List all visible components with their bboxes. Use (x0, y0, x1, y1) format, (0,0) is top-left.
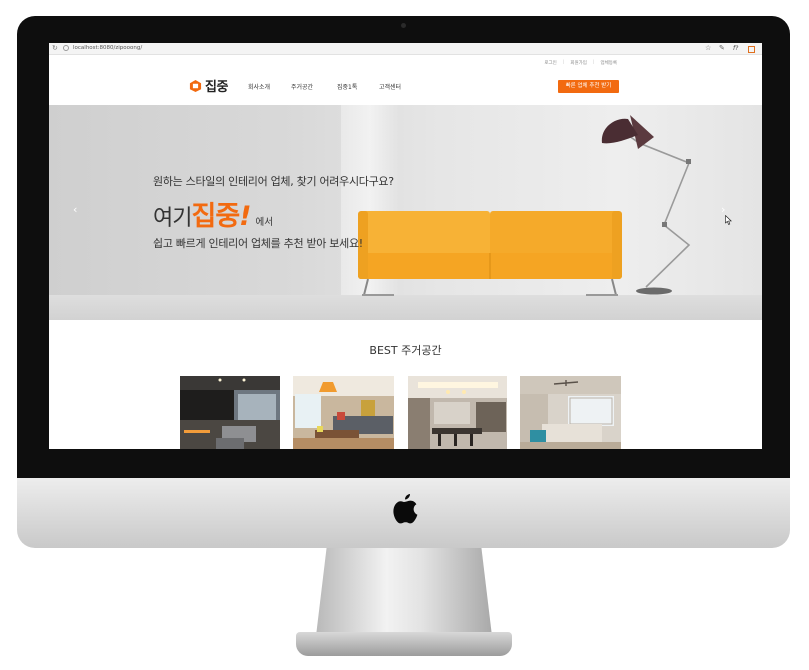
apple-logo-icon (393, 494, 418, 524)
pin-icon[interactable]: ✎ (719, 43, 725, 54)
extension-fx-icon[interactable]: f? (733, 43, 738, 54)
nav-item-about[interactable]: 회사소개 (248, 82, 291, 91)
best-space-thumbnail-1[interactable] (180, 376, 280, 449)
hero-headline-part: 여기 (153, 206, 192, 231)
logo-text: 집중 (205, 80, 228, 95)
hero-subtitle: 원하는 스타일의 인테리어 업체, 찾기 어려우시다구요? (153, 175, 394, 188)
hero-headline-brand: 집중 (191, 201, 240, 232)
divider: | (562, 60, 565, 65)
best-space-thumbnail-2[interactable] (293, 376, 394, 449)
nav-item-residential[interactable]: 주거공간 (291, 82, 337, 91)
info-icon[interactable] (63, 45, 69, 51)
signup-link[interactable]: 회원가입 (570, 60, 587, 66)
hero-headline-suffix: 에서 (255, 217, 273, 228)
login-link[interactable]: 로그인 (544, 60, 556, 66)
browser-toolbar: ↻ localhost:8080/zipooong/ ☆ ✎ f? (49, 43, 762, 55)
logo-mark-icon (189, 79, 202, 92)
utility-nav: 로그인 | 회원가입 | 업체등록 (544, 60, 617, 66)
monitor-stand (316, 548, 492, 636)
hero-banner: 원하는 스타일의 인테리어 업체, 찾기 어려우시다구요? 여기 집중 ! 에서… (49, 105, 762, 320)
cursor-icon (725, 215, 732, 225)
quick-recommend-button[interactable]: 빠른 업체 추천 받기 (558, 80, 619, 93)
extension-icon[interactable] (748, 46, 755, 53)
nav-item-support[interactable]: 고객센터 (379, 82, 419, 91)
hero-description: 쉽고 빠르게 인테리어 업체를 추천 받아 보세요! (153, 237, 363, 250)
divider: | (592, 60, 595, 65)
register-company-link[interactable]: 업체등록 (600, 60, 617, 66)
best-space-thumbnail-4[interactable] (520, 376, 621, 449)
hero-headline-exclaim: ! (239, 201, 252, 232)
sofa-image (358, 211, 622, 296)
reload-icon[interactable]: ↻ (52, 43, 58, 54)
site-logo[interactable]: 집중 (189, 76, 228, 95)
nav-item-talk[interactable]: 집중1톡 (337, 82, 379, 91)
slider-prev-button[interactable]: ‹ (73, 203, 77, 216)
camera-dot (401, 23, 406, 28)
screen: ↻ localhost:8080/zipooong/ ☆ ✎ f? 로그인 | … (49, 43, 762, 449)
star-icon[interactable]: ☆ (705, 43, 711, 54)
best-section-title: BEST 주거공간 (369, 344, 442, 357)
address-bar[interactable]: localhost:8080/zipooong/ (73, 43, 142, 54)
monitor-stand-foot (296, 632, 512, 656)
hero-headline: 여기 집중 ! 에서 (153, 194, 273, 233)
main-nav: 회사소개 주거공간 집중1톡 고객센터 (248, 82, 419, 91)
best-space-thumbnail-3[interactable] (408, 376, 507, 449)
